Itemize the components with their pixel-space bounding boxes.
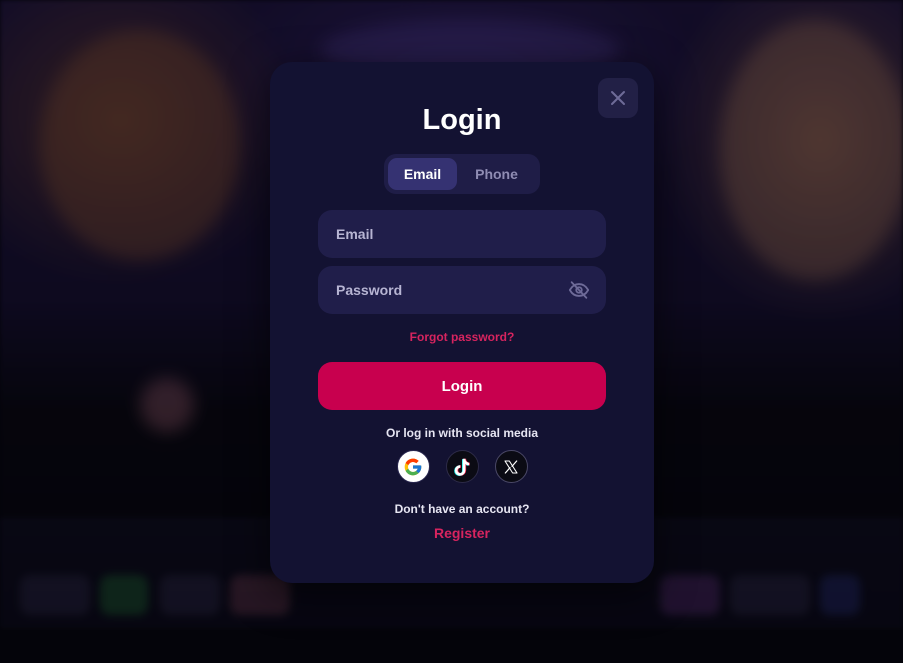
google-icon (404, 458, 422, 475)
forgot-password-link[interactable]: Forgot password? (270, 330, 654, 344)
email-input[interactable] (334, 225, 590, 243)
login-method-tabs: Email Phone (384, 154, 540, 194)
login-button[interactable]: Login (318, 362, 606, 410)
tiktok-login-button[interactable] (445, 450, 479, 483)
email-field-container (318, 210, 606, 258)
modal-title: Login (422, 104, 502, 136)
social-login-buttons (270, 450, 654, 483)
tab-phone[interactable]: Phone (457, 158, 536, 190)
no-account-text: Don't have an account? (394, 502, 530, 516)
social-login-caption: Or log in with social media (385, 426, 539, 440)
password-field-container (318, 266, 606, 314)
eye-off-icon (568, 281, 590, 299)
google-login-button[interactable] (396, 450, 430, 483)
x-icon (504, 459, 518, 474)
register-link[interactable]: Register (270, 525, 654, 541)
tiktok-icon (454, 458, 470, 476)
tab-email[interactable]: Email (388, 158, 457, 190)
x-login-button[interactable] (494, 450, 528, 483)
toggle-password-visibility-button[interactable] (568, 279, 590, 301)
password-input[interactable] (334, 281, 568, 299)
login-modal: Login Email Phone Forgot password? Login… (270, 62, 654, 583)
